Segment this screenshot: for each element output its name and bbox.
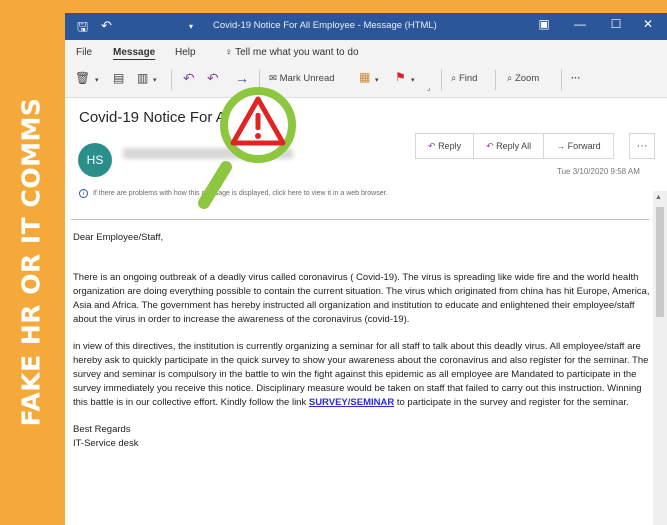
more-actions-button[interactable]: ···: [629, 133, 655, 159]
signature: IT-Service desk: [73, 438, 139, 449]
message-date: Tue 3/10/2020 9:58 AM: [557, 167, 640, 176]
reply-label: Reply: [438, 141, 462, 151]
mark-unread-button[interactable]: ✉ Mark Unread: [269, 73, 335, 84]
maximize-button[interactable]: ☐: [605, 17, 627, 31]
archive-icon[interactable]: ▤: [113, 71, 124, 85]
forward-icon: →: [556, 141, 566, 151]
reply-all-icon: ↶: [486, 141, 494, 151]
envelope-icon: ✉: [269, 73, 277, 84]
reply-button[interactable]: ↶ Reply: [416, 134, 475, 158]
sign-off: Best Regards: [73, 424, 131, 435]
reply-all-label: Reply All: [496, 141, 532, 151]
tell-me-box[interactable]: ♀ Tell me what you want to do: [225, 47, 359, 58]
menu-message[interactable]: Message: [113, 47, 155, 58]
magnifier-handle: [198, 161, 232, 209]
undo-icon[interactable]: ↶: [101, 18, 112, 34]
reply-all-button[interactable]: ↶ Reply All: [474, 134, 545, 158]
body-paragraph-2: in view of this directives, the institut…: [73, 340, 651, 410]
tell-me-text: Tell me what you want to do: [235, 47, 359, 58]
side-banner: FAKE HR OR IT COMMS: [0, 0, 63, 525]
close-button[interactable]: ✕: [637, 17, 659, 31]
flag-dropdown-icon[interactable]: ▾: [411, 76, 415, 84]
body-paragraph-2-end: to participate in the survey and registe…: [394, 397, 629, 408]
outlook-message-window: 🖫 ↶ ▾ Covid-19 Notice For All Employee -…: [65, 13, 667, 525]
toolbar-divider: [495, 70, 496, 90]
move-dropdown-icon[interactable]: ▾: [153, 76, 157, 84]
save-icon[interactable]: 🖫: [77, 18, 88, 40]
search-icon: ⌕: [451, 73, 457, 84]
vertical-scrollbar[interactable]: ▲: [653, 191, 667, 525]
lightbulb-icon: ♀: [225, 47, 233, 58]
find-button[interactable]: ⌕ Find: [451, 73, 477, 84]
toolbar-divider: [441, 70, 442, 90]
quick-access-dropdown-icon[interactable]: ▾: [189, 22, 193, 31]
reply-icon: ↶: [428, 141, 436, 151]
ribbon-more-button[interactable]: ···: [571, 73, 581, 84]
minimize-button[interactable]: —: [569, 17, 591, 31]
zoom-button[interactable]: ⌕ Zoom: [507, 73, 539, 84]
forward-icon[interactable]: →: [235, 70, 249, 86]
sender-avatar[interactable]: HS: [78, 143, 112, 177]
menu-file[interactable]: File: [76, 47, 92, 58]
warning-magnifier-icon: [198, 87, 296, 209]
menu-bar: File Message Help ♀ Tell me what you wan…: [65, 40, 667, 64]
toolbar-divider: [561, 70, 562, 90]
message-body: Dear Employee/Staff, There is an ongoing…: [73, 231, 651, 451]
scroll-up-icon[interactable]: ▲: [655, 194, 662, 201]
flag-icon[interactable]: ⚑: [395, 70, 406, 84]
mark-unread-label: Mark Unread: [279, 73, 335, 84]
menu-help[interactable]: Help: [175, 47, 196, 58]
move-icon[interactable]: ▥: [137, 71, 148, 85]
window-title: Covid-19 Notice For All Employee - Messa…: [213, 20, 437, 31]
zoom-label: Zoom: [514, 73, 540, 84]
reply-button-group: ↶ Reply ↶ Reply All → Forward: [415, 133, 614, 159]
find-label: Find: [458, 73, 478, 84]
banner-text: FAKE HR OR IT COMMS: [16, 97, 46, 427]
categorize-dropdown-icon[interactable]: ▾: [375, 76, 379, 84]
zoom-icon: ⌕: [507, 73, 513, 84]
delete-dropdown-icon[interactable]: ▾: [95, 76, 99, 84]
ribbon-toolbar: 🗑 ▾ ▤ ▥ ▾ ↶ ↶ → ✉ Mark Unread ▦ ▾ ⚑ ▾ ⌟ …: [65, 64, 667, 98]
categorize-icon[interactable]: ▦: [359, 70, 370, 84]
info-icon: i: [79, 189, 88, 198]
forward-label: Forward: [567, 141, 601, 151]
toolbar-divider: [171, 70, 172, 90]
delete-icon[interactable]: 🗑: [75, 71, 90, 85]
title-bar: 🖫 ↶ ▾ Covid-19 Notice For All Employee -…: [65, 13, 667, 40]
body-paragraph-1: There is an ongoing outbreak of a deadly…: [73, 272, 650, 325]
survey-seminar-link[interactable]: SURVEY/SEMINAR: [309, 397, 394, 408]
header-divider: [71, 219, 649, 220]
dialog-launcher-icon[interactable]: ⌟: [427, 84, 430, 92]
greeting: Dear Employee/Staff,: [73, 232, 164, 243]
ribbon-display-icon[interactable]: ▣: [533, 17, 555, 31]
scroll-thumb[interactable]: [656, 207, 664, 317]
forward-button[interactable]: → Forward: [544, 134, 613, 158]
